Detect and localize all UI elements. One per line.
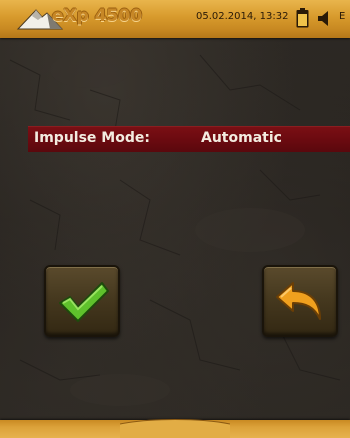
language-indicator: E [339,11,346,22]
speaker-icon [318,11,328,26]
bottom-bar-accent [120,419,230,438]
checkmark-icon [59,282,109,322]
background-texture [9,52,341,406]
confirm-button[interactable] [44,265,120,337]
setting-value: Automatic [201,130,282,146]
setting-label: Impulse Mode: [34,130,150,146]
back-arrow-icon [276,282,321,320]
status-bar: eXp 4500 05.02.2014, 13:32 E [0,0,350,38]
impulse-mode-setting[interactable]: Impulse Mode: Automatic [28,126,350,152]
device-screen: eXp 4500 05.02.2014, 13:32 E Impulse Mod… [0,0,350,438]
logo-text: eXp 4500 [52,6,143,26]
battery-icon [296,8,309,28]
datetime: 05.02.2014, 13:32 [196,11,289,22]
back-button[interactable] [262,265,338,337]
